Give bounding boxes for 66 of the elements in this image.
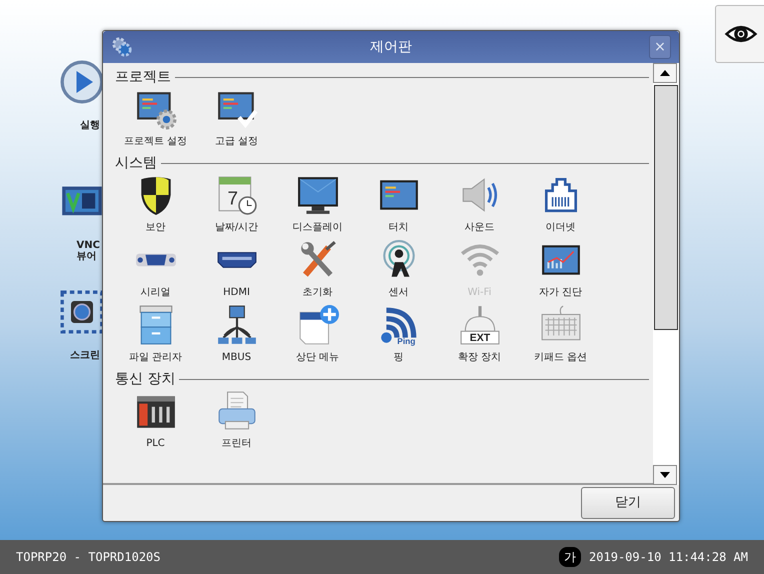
keyboard-icon (541, 306, 580, 340)
dialog-title: 제어판 (370, 38, 412, 56)
drawer-cabinet-icon (139, 306, 172, 344)
calendar-plus-icon (299, 305, 338, 344)
scroll-up-button[interactable] (653, 63, 677, 83)
monitor-icon (62, 186, 102, 216)
shortcut-label[interactable]: VNC 뷰어 (76, 240, 100, 262)
date-time: 2019-09-10 11:44:28 AM (589, 549, 748, 566)
control-item-label[interactable]: 날짜/시간 (214, 220, 258, 235)
gear-icon (111, 36, 133, 58)
monitor-gear-icon (136, 92, 176, 130)
section-heading: 통신 장치 (115, 370, 176, 389)
control-item-label[interactable]: 이더넷 (546, 220, 576, 235)
down-arrow-icon (660, 472, 670, 478)
section-heading: 프로젝트 (115, 68, 171, 87)
control-item-label[interactable]: 핑 (394, 350, 404, 365)
ethernet-port-icon (544, 178, 577, 212)
control-item-label[interactable]: MBUS (222, 350, 252, 365)
shortcut-label[interactable]: 스크린 (70, 350, 100, 361)
play-button-icon (60, 60, 104, 104)
monitor-icon (298, 177, 338, 214)
up-arrow-icon (660, 70, 670, 76)
control-item-label[interactable]: HDMI (223, 285, 250, 300)
control-item-label[interactable]: 프로젝트 설정 (124, 134, 188, 149)
control-item-label[interactable]: PLC (146, 436, 165, 451)
control-item-label[interactable]: 시리얼 (140, 285, 170, 300)
control-item-label[interactable]: 자가 진단 (538, 285, 582, 300)
control-item-label[interactable]: 사운드 (464, 220, 494, 235)
view-button[interactable] (715, 5, 764, 63)
icon-caption: EXT (469, 332, 490, 344)
control-item-label[interactable]: 고급 설정 (214, 134, 258, 149)
hdmi-connector-icon (217, 252, 256, 268)
sensor-person-icon (382, 240, 414, 277)
device-name: TOPRP20 - TOPRD1020S (16, 549, 160, 566)
icon-caption: 7 (227, 188, 238, 210)
control-item-label[interactable]: 터치 (388, 220, 408, 235)
scroll-down-button[interactable] (653, 465, 677, 485)
control-item-label[interactable]: 센서 (388, 285, 408, 300)
control-item-label[interactable]: 상단 메뉴 (296, 350, 340, 365)
control-item-label[interactable]: 파일 관리자 (128, 350, 182, 365)
control-item-label[interactable]: 프린터 (222, 436, 252, 451)
wrench-screwdriver-icon (300, 240, 336, 277)
plc-rack-icon (136, 396, 174, 428)
network-tree-icon (218, 306, 256, 344)
control-item-label[interactable]: 디스플레이 (292, 220, 342, 235)
section-heading: 시스템 (115, 154, 157, 173)
close-dialog-button[interactable]: 닫기 (581, 487, 675, 519)
control-item-label[interactable]: 보안 (146, 220, 166, 235)
chart-monitor-icon (542, 245, 580, 275)
scrollbar-thumb[interactable] (654, 85, 678, 330)
control-item-label[interactable]: 키패드 옵션 (534, 350, 588, 365)
serial-connector-icon (136, 254, 176, 266)
printer-icon (218, 392, 255, 430)
wifi-icon (460, 244, 498, 276)
speaker-icon (462, 178, 497, 212)
shield-icon (140, 177, 170, 215)
input-method-indicator[interactable]: 가 (559, 547, 582, 567)
eye-icon (725, 26, 757, 42)
shortcut-label[interactable]: 실행 (80, 120, 100, 131)
icon-caption: Ping (396, 336, 415, 346)
extension-device-icon (460, 306, 499, 344)
control-item-label[interactable]: 확장 장치 (458, 350, 502, 365)
calendar-clock-icon (218, 176, 256, 215)
control-item-label[interactable]: 초기화 (302, 285, 332, 300)
monitor-icon (380, 180, 418, 210)
monitor-check-icon (218, 92, 258, 128)
